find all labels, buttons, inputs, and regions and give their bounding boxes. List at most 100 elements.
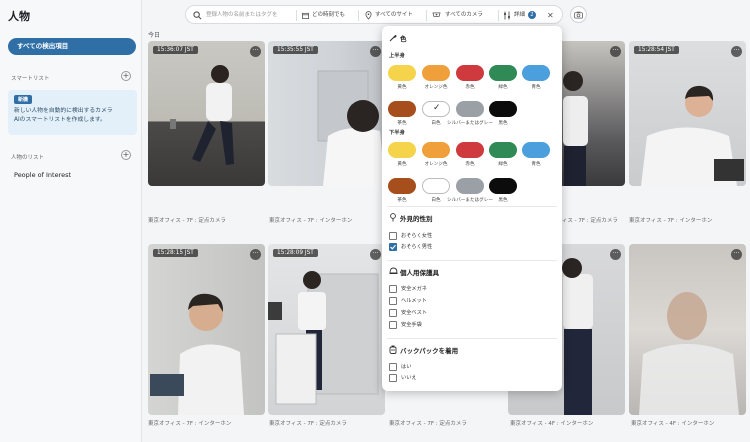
person-photo	[641, 85, 744, 186]
upper-body-label: 上半身	[389, 53, 405, 59]
safety-glasses-checkbox[interactable]	[389, 285, 397, 293]
search-icon	[193, 11, 202, 20]
hard-hat-icon	[389, 267, 398, 274]
people-list-label: 人物のリスト	[11, 155, 45, 161]
gender-male-checkbox[interactable]	[389, 243, 397, 251]
backpack-no-checkbox[interactable]	[389, 374, 397, 382]
all-detections-button[interactable]: すべての検出項目	[8, 38, 136, 55]
upper-color-label: 赤色	[465, 85, 475, 90]
backpack-yes-checkbox[interactable]	[389, 363, 397, 371]
detail-count-badge: 2	[528, 11, 537, 19]
safety-gloves-checkbox[interactable]	[389, 321, 397, 329]
search-input[interactable]: 登録人物の名前またはタグを	[206, 6, 278, 25]
lower-color-swatch[interactable]	[489, 178, 517, 194]
upper-color-label: 黒色	[498, 121, 508, 126]
smart-list-label: スマートリスト	[11, 76, 50, 82]
camera-filter[interactable]: すべてのカメラ	[445, 6, 483, 25]
upper-color-swatch[interactable]	[522, 65, 550, 81]
more-options-icon[interactable]: ···	[610, 249, 621, 260]
gender-female-checkbox[interactable]	[389, 232, 397, 240]
more-options-icon[interactable]: ···	[610, 46, 621, 57]
upper-color-swatch[interactable]	[388, 65, 416, 81]
lower-color-swatch[interactable]	[456, 178, 484, 194]
sidebar: 人物 すべての検出項目 スマートリスト + 新機 新しい人物を自動的に検出するカ…	[0, 0, 142, 442]
card-caption: 東京オフィス - 7F : インターホン	[148, 421, 232, 427]
clear-search-icon[interactable]: ✕	[547, 6, 554, 25]
search-bar[interactable]: 登録人物の名前またはタグを どの時刻でも すべてのサイト すべてのカメラ 詳細 2…	[185, 5, 563, 24]
people-of-interest-item[interactable]: People of Interest	[14, 171, 71, 179]
card-caption: 東京オフィス - 4F : インターホン	[510, 421, 594, 427]
upper-color-label: 黄色	[397, 85, 407, 90]
upper-color-swatch[interactable]: ✓	[422, 101, 450, 117]
detection-card[interactable]: 15:28:54 JST ···	[629, 41, 746, 186]
new-badge: 新機	[14, 95, 33, 104]
add-smart-list-button[interactable]: +	[121, 71, 131, 81]
detection-card[interactable]: 15:35:55 JST ···	[268, 41, 385, 186]
smart-list-info-card[interactable]: 新機 新しい人物を自動的に検出するカメラ AIのスマートリストを作成します。	[8, 90, 137, 135]
calendar-icon	[302, 12, 309, 19]
upper-color-swatch[interactable]	[456, 101, 484, 117]
lower-color-swatch[interactable]	[388, 142, 416, 158]
image-search-button[interactable]	[570, 6, 587, 23]
person-photo	[317, 70, 385, 186]
more-options-icon[interactable]: ···	[250, 249, 261, 260]
more-options-icon[interactable]: ···	[370, 46, 381, 57]
upper-color-swatch[interactable]	[489, 65, 517, 81]
upper-color-label: 茶色	[397, 121, 407, 126]
helmet-label: ヘルメット	[401, 298, 427, 304]
lower-color-label: 黄色	[397, 162, 407, 167]
page-title: 人物	[8, 10, 30, 23]
sliders-icon	[504, 11, 510, 20]
camera-filter-icon	[432, 12, 441, 17]
camera-icon	[574, 11, 583, 19]
detection-card[interactable]: 15:36:07 JST ···	[148, 41, 265, 186]
lower-color-label: 赤色	[465, 162, 475, 167]
selected-check-icon: ✓	[433, 103, 441, 113]
person-photo	[170, 65, 234, 165]
detail-filter-panel: 色 上半身 黄色 オレンジ色 赤色 緑色 青色 茶色 ✓ 白色 シルバーまたはグレー 黒色 下半身…	[382, 26, 562, 391]
lower-color-label: 黒色	[498, 198, 508, 203]
site-filter[interactable]: すべてのサイト	[375, 6, 413, 25]
location-pin-icon	[365, 11, 372, 20]
backpack-section-title: バックパックを着用	[400, 347, 459, 355]
gender-icon	[390, 213, 396, 222]
card-caption: 東京オフィス - 7F : 定点カメラ	[389, 421, 467, 427]
card-caption: 東京オフィス - 7F : 定点カメラ	[148, 218, 226, 224]
add-people-list-button[interactable]: +	[121, 150, 131, 160]
upper-color-swatch[interactable]	[456, 65, 484, 81]
more-options-icon[interactable]: ···	[731, 46, 742, 57]
card-caption: 東京オフィス - 4F : インターホン	[631, 421, 715, 427]
lower-color-label: 緑色	[498, 162, 508, 167]
detail-filter[interactable]: 詳細 2	[514, 6, 537, 25]
upper-color-swatch[interactable]	[388, 101, 416, 117]
lower-color-swatch[interactable]	[422, 178, 450, 194]
upper-color-label: 緑色	[498, 85, 508, 90]
detection-card[interactable]: ···	[629, 244, 746, 415]
lower-color-swatch[interactable]	[456, 142, 484, 158]
more-options-icon[interactable]: ···	[250, 46, 261, 57]
upper-color-swatch[interactable]	[489, 101, 517, 117]
person-photo-blurred	[639, 292, 739, 415]
info-text: 新しい人物を自動的に検出するカメラ AIのスマートリストを作成します。	[14, 108, 113, 123]
person-photo	[268, 271, 379, 405]
detection-card[interactable]: 15:28:15 JST ···	[148, 244, 265, 415]
person-photo	[150, 293, 244, 415]
upper-color-swatch[interactable]	[422, 65, 450, 81]
more-options-icon[interactable]: ···	[370, 249, 381, 260]
lower-color-swatch[interactable]	[388, 178, 416, 194]
color-section-title: 色	[400, 35, 407, 43]
more-options-icon[interactable]: ···	[731, 249, 742, 260]
lower-color-swatch[interactable]	[422, 142, 450, 158]
time-filter[interactable]: どの時刻でも	[312, 6, 345, 25]
color-picker-icon	[389, 35, 397, 42]
lower-color-swatch[interactable]	[522, 142, 550, 158]
detection-card[interactable]: 15:28:09 JST ···	[268, 244, 385, 415]
card-caption: 東京オフィス - 7F : インターホン	[629, 218, 713, 224]
safety-vest-checkbox[interactable]	[389, 309, 397, 317]
lower-color-label: 茶色	[397, 198, 407, 203]
gender-section-title: 外見的性別	[400, 215, 433, 223]
gender-female-label: おそらく女性	[401, 233, 433, 239]
lower-color-swatch[interactable]	[489, 142, 517, 158]
timestamp: 15:28:54 JST	[634, 46, 679, 54]
helmet-checkbox[interactable]	[389, 297, 397, 305]
